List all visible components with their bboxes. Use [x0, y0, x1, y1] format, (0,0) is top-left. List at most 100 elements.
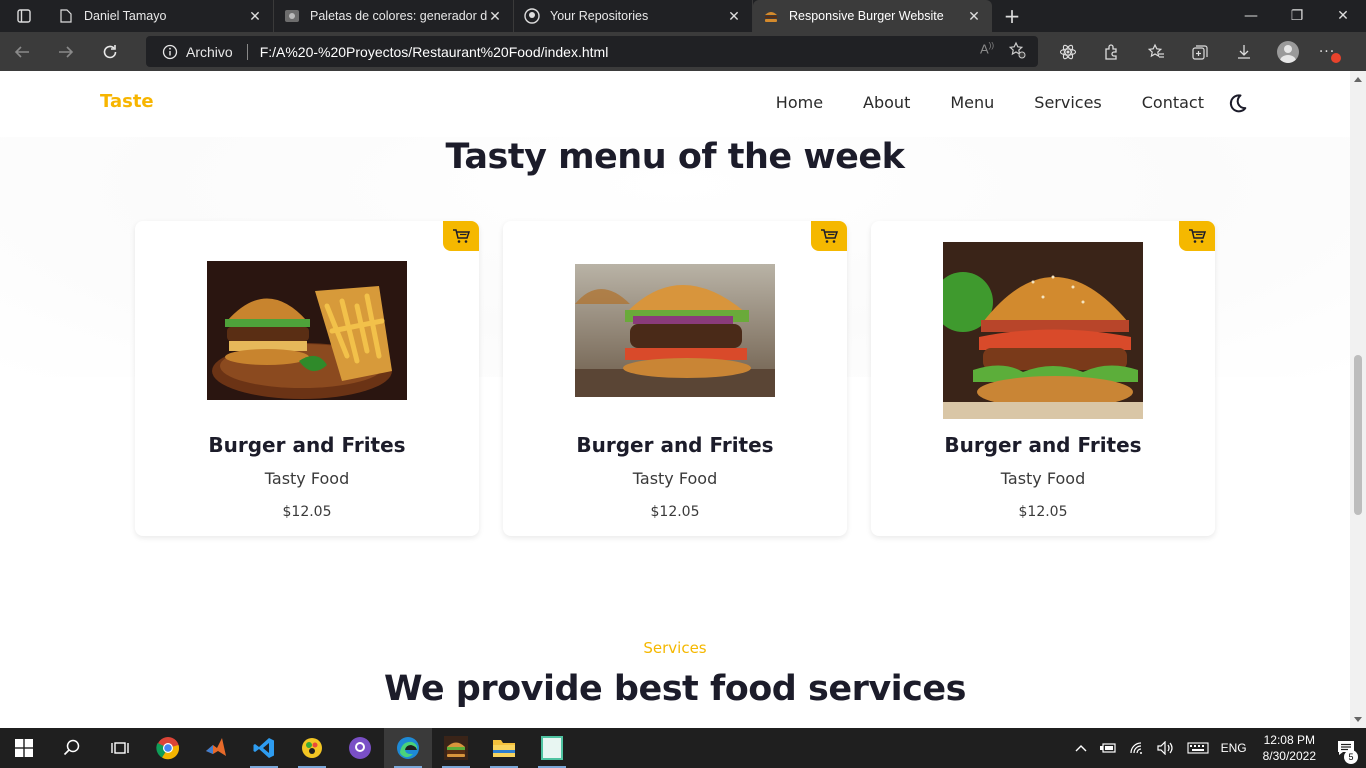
add-to-cart-button[interactable] [811, 221, 847, 251]
edge-icon [397, 737, 419, 759]
browser-tab-paletas[interactable]: Paletas de colores: generador de ✕ [274, 0, 514, 32]
vscode-icon [253, 738, 274, 758]
refresh-icon [103, 44, 117, 58]
card-price: $12.05 [650, 504, 700, 520]
github-desktop-icon [349, 737, 371, 759]
nav-menu[interactable]: Menu [950, 93, 994, 112]
card-subtitle: Tasty Food [264, 469, 350, 488]
forward-arrow-icon [59, 45, 74, 58]
browser-tab-daniel[interactable]: Daniel Tamayo ✕ [48, 0, 274, 32]
volume-icon[interactable] [1151, 741, 1181, 755]
notification-center-button[interactable]: 5 [1326, 740, 1366, 764]
nav-contact[interactable]: Contact [1142, 93, 1204, 112]
system-tray: ENG 12:08 PM 8/30/2022 5 [1069, 728, 1366, 768]
menu-section-title: Tasty menu of the week [445, 137, 905, 177]
site-header: Taste Home About Menu Services Contact [0, 71, 1350, 137]
menu-card: Burger and Frites Tasty Food $12.05 [503, 221, 847, 536]
back-button[interactable] [0, 32, 44, 71]
address-url[interactable]: F:/A%20-%20Proyectos/Restaurant%20Food/i… [260, 44, 609, 60]
close-window-button[interactable]: ✕ [1320, 0, 1366, 32]
close-icon[interactable]: ✕ [966, 8, 982, 24]
page-scrollbar[interactable] [1350, 71, 1366, 728]
task-view-icon [111, 742, 129, 754]
nav-about[interactable]: About [863, 93, 910, 112]
edge-taskbar-button[interactable] [384, 728, 432, 768]
language-indicator[interactable]: ENG [1215, 741, 1253, 755]
more-menu-button[interactable]: ··· [1310, 44, 1354, 63]
clock[interactable]: 12:08 PM 8/30/2022 [1253, 732, 1326, 764]
cart-icon [1189, 229, 1206, 243]
scroll-up-icon[interactable] [1354, 77, 1362, 82]
collections-icon[interactable] [1178, 43, 1222, 61]
services-section-subtitle: Services [643, 639, 707, 657]
nav-home[interactable]: Home [776, 93, 823, 112]
chrome-taskbar-button[interactable] [144, 728, 192, 768]
card-title: Burger and Frites [208, 433, 406, 457]
plus-icon: + [1003, 4, 1021, 28]
favorites-icon[interactable] [1134, 43, 1178, 61]
address-label: Archivo [186, 43, 233, 60]
tab-actions-button[interactable] [0, 0, 48, 32]
vscode-taskbar-button[interactable] [240, 728, 288, 768]
document-icon [58, 8, 74, 24]
paint-icon [302, 738, 322, 758]
notepad-taskbar-button[interactable] [528, 728, 576, 768]
chrome-icon [156, 737, 180, 760]
tab-title: Paletas de colores: generador de [310, 9, 487, 23]
card-price: $12.05 [1018, 504, 1068, 520]
burger-bacon-image [943, 242, 1143, 419]
windows-logo-icon [15, 739, 33, 757]
add-to-cart-button[interactable] [443, 221, 479, 251]
chevron-up-icon[interactable] [1069, 744, 1093, 752]
menu-card: Burger and Frites Tasty Food $12.05 [871, 221, 1215, 536]
address-bar[interactable]: Archivo F:/A%20-%20Proyectos/Restaurant%… [146, 36, 1038, 67]
burger-app-taskbar-button[interactable] [432, 728, 480, 768]
wifi-icon[interactable] [1123, 741, 1151, 755]
forward-button[interactable] [44, 32, 88, 71]
burger-image [575, 264, 775, 397]
new-tab-button[interactable]: + [992, 0, 1032, 32]
downloads-icon[interactable] [1222, 43, 1266, 61]
browser-tab-burger[interactable]: Responsive Burger Website ✕ [753, 0, 992, 32]
profile-button[interactable] [1266, 40, 1310, 63]
back-arrow-icon [14, 45, 29, 58]
burger-icon [444, 736, 468, 760]
clock-time: 12:08 PM [1263, 733, 1315, 747]
dark-mode-toggle[interactable] [1226, 92, 1248, 114]
card-subtitle: Tasty Food [1000, 469, 1086, 488]
close-icon[interactable]: ✕ [726, 8, 742, 24]
close-icon[interactable]: ✕ [487, 8, 503, 24]
matlab-taskbar-button[interactable] [192, 728, 240, 768]
battery-icon[interactable] [1093, 742, 1123, 754]
github-icon [524, 8, 540, 24]
restore-button[interactable]: ❐ [1274, 0, 1320, 32]
browser-tab-bar: Daniel Tamayo ✕ Paletas de colores: gene… [0, 0, 1366, 32]
add-to-cart-button[interactable] [1179, 221, 1215, 251]
add-favorite-icon[interactable] [1008, 41, 1026, 62]
paint-app-taskbar-button[interactable] [288, 728, 336, 768]
task-view-button[interactable] [96, 728, 144, 768]
keyboard-icon[interactable] [1181, 742, 1215, 754]
scroll-down-icon[interactable] [1354, 717, 1362, 722]
search-icon [63, 739, 80, 756]
info-icon[interactable] [162, 44, 178, 60]
browser-tab-repositories[interactable]: Your Repositories ✕ [514, 0, 753, 32]
refresh-button[interactable] [88, 32, 132, 71]
start-button[interactable] [0, 728, 48, 768]
extensions-icon[interactable] [1090, 43, 1134, 61]
site-logo[interactable]: Taste [100, 91, 154, 112]
read-aloud-icon[interactable]: A)) [980, 41, 994, 62]
tab-actions-icon [17, 9, 31, 23]
minimize-button[interactable]: — [1228, 0, 1274, 32]
search-button[interactable] [48, 728, 96, 768]
react-devtools-icon[interactable] [1046, 43, 1090, 61]
nav-services[interactable]: Services [1034, 93, 1101, 112]
github-desktop-taskbar-button[interactable] [336, 728, 384, 768]
browser-toolbar: Archivo F:/A%20-%20Proyectos/Restaurant%… [0, 32, 1366, 71]
file-explorer-taskbar-button[interactable] [480, 728, 528, 768]
close-icon[interactable]: ✕ [247, 8, 263, 24]
services-section-title: We provide best food services [384, 669, 967, 709]
scroll-thumb[interactable] [1354, 355, 1362, 515]
tab-title: Daniel Tamayo [84, 9, 167, 23]
windows-taskbar: ENG 12:08 PM 8/30/2022 5 [0, 728, 1366, 768]
